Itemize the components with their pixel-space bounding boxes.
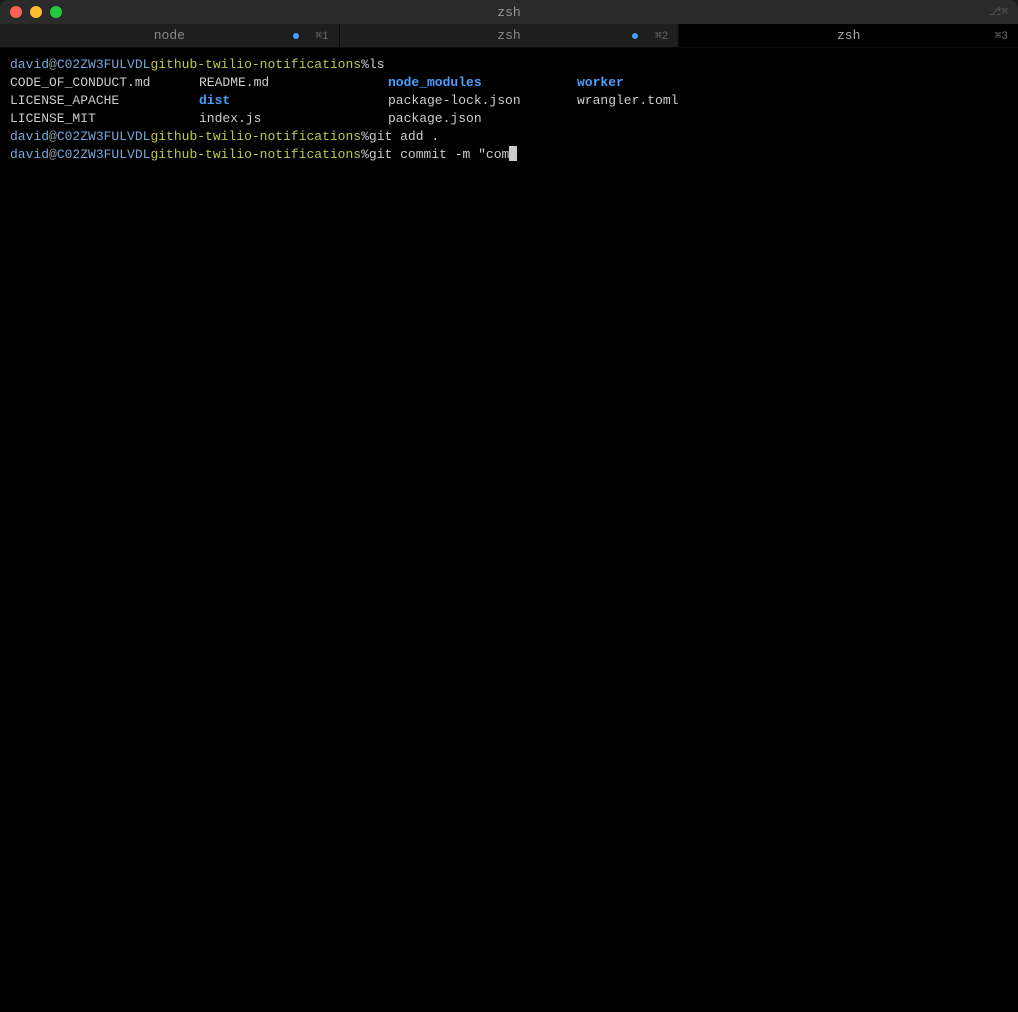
terminal-line: david@C02ZW3FULVDL github-twilio-notific… <box>10 56 1008 74</box>
terminal-window: zsh ⎇⌘ node ⌘1 zsh ⌘2 zsh ⌘3 david@C02ZW… <box>0 0 1018 1012</box>
close-button[interactable] <box>10 6 22 18</box>
tab-label: zsh <box>497 28 520 43</box>
tab-shortcut: ⌘3 <box>995 29 1008 43</box>
maximize-button[interactable] <box>50 6 62 18</box>
prompt-user: david <box>10 146 49 164</box>
prompt-symbol: % <box>361 128 369 146</box>
terminal-content[interactable]: david@C02ZW3FULVDL github-twilio-notific… <box>0 48 1018 1012</box>
tabbar: node ⌘1 zsh ⌘2 zsh ⌘3 <box>0 24 1018 48</box>
tab-label: node <box>154 28 185 43</box>
tab-zsh-2[interactable]: zsh ⌘3 <box>679 24 1018 47</box>
prompt-path: github-twilio-notifications <box>150 146 361 164</box>
tab-node[interactable]: node ⌘1 <box>0 24 340 47</box>
ls-item: dist <box>199 92 388 110</box>
ls-item: LICENSE_APACHE <box>10 92 199 110</box>
ls-output-row: CODE_OF_CONDUCT.mdREADME.mdnode_modulesw… <box>10 74 1008 92</box>
prompt-host: C02ZW3FULVDL <box>57 128 151 146</box>
command-text: git commit -m "com <box>369 146 509 164</box>
prompt-user: david <box>10 56 49 74</box>
prompt-user: david <box>10 128 49 146</box>
tab-shortcut: ⌘1 <box>315 29 328 43</box>
ls-item: package.json <box>388 110 577 128</box>
cursor <box>509 146 517 161</box>
terminal-line: david@C02ZW3FULVDL github-twilio-notific… <box>10 146 1008 164</box>
ls-item: wrangler.toml <box>577 92 678 110</box>
tab-label: zsh <box>837 28 860 43</box>
ls-item: CODE_OF_CONDUCT.md <box>10 74 199 92</box>
titlebar: zsh ⎇⌘ <box>0 0 1018 24</box>
ls-item: package-lock.json <box>388 92 577 110</box>
tab-zsh-1[interactable]: zsh ⌘2 <box>340 24 680 47</box>
prompt-host: C02ZW3FULVDL <box>57 146 151 164</box>
command-text: ls <box>369 56 385 74</box>
terminal-line: david@C02ZW3FULVDL github-twilio-notific… <box>10 128 1008 146</box>
ls-output-row: LICENSE_APACHEdistpackage-lock.jsonwrang… <box>10 92 1008 110</box>
window-settings-icon[interactable]: ⎇⌘ <box>989 5 1008 19</box>
ls-item: index.js <box>199 110 388 128</box>
ls-item: node_modules <box>388 74 577 92</box>
minimize-button[interactable] <box>30 6 42 18</box>
prompt-host: C02ZW3FULVDL <box>57 56 151 74</box>
window-title: zsh <box>497 5 520 20</box>
prompt-path: github-twilio-notifications <box>150 128 361 146</box>
ls-item: LICENSE_MIT <box>10 110 199 128</box>
ls-item: README.md <box>199 74 388 92</box>
prompt-symbol: % <box>361 146 369 164</box>
activity-indicator-icon <box>632 33 638 39</box>
prompt-path: github-twilio-notifications <box>150 56 361 74</box>
activity-indicator-icon <box>293 33 299 39</box>
traffic-lights <box>10 6 62 18</box>
prompt-at: @ <box>49 128 57 146</box>
command-text: git add . <box>369 128 439 146</box>
tab-shortcut: ⌘2 <box>655 29 668 43</box>
prompt-symbol: % <box>361 56 369 74</box>
ls-item: worker <box>577 74 624 92</box>
prompt-at: @ <box>49 146 57 164</box>
ls-output-row: LICENSE_MITindex.jspackage.json <box>10 110 1008 128</box>
prompt-at: @ <box>49 56 57 74</box>
